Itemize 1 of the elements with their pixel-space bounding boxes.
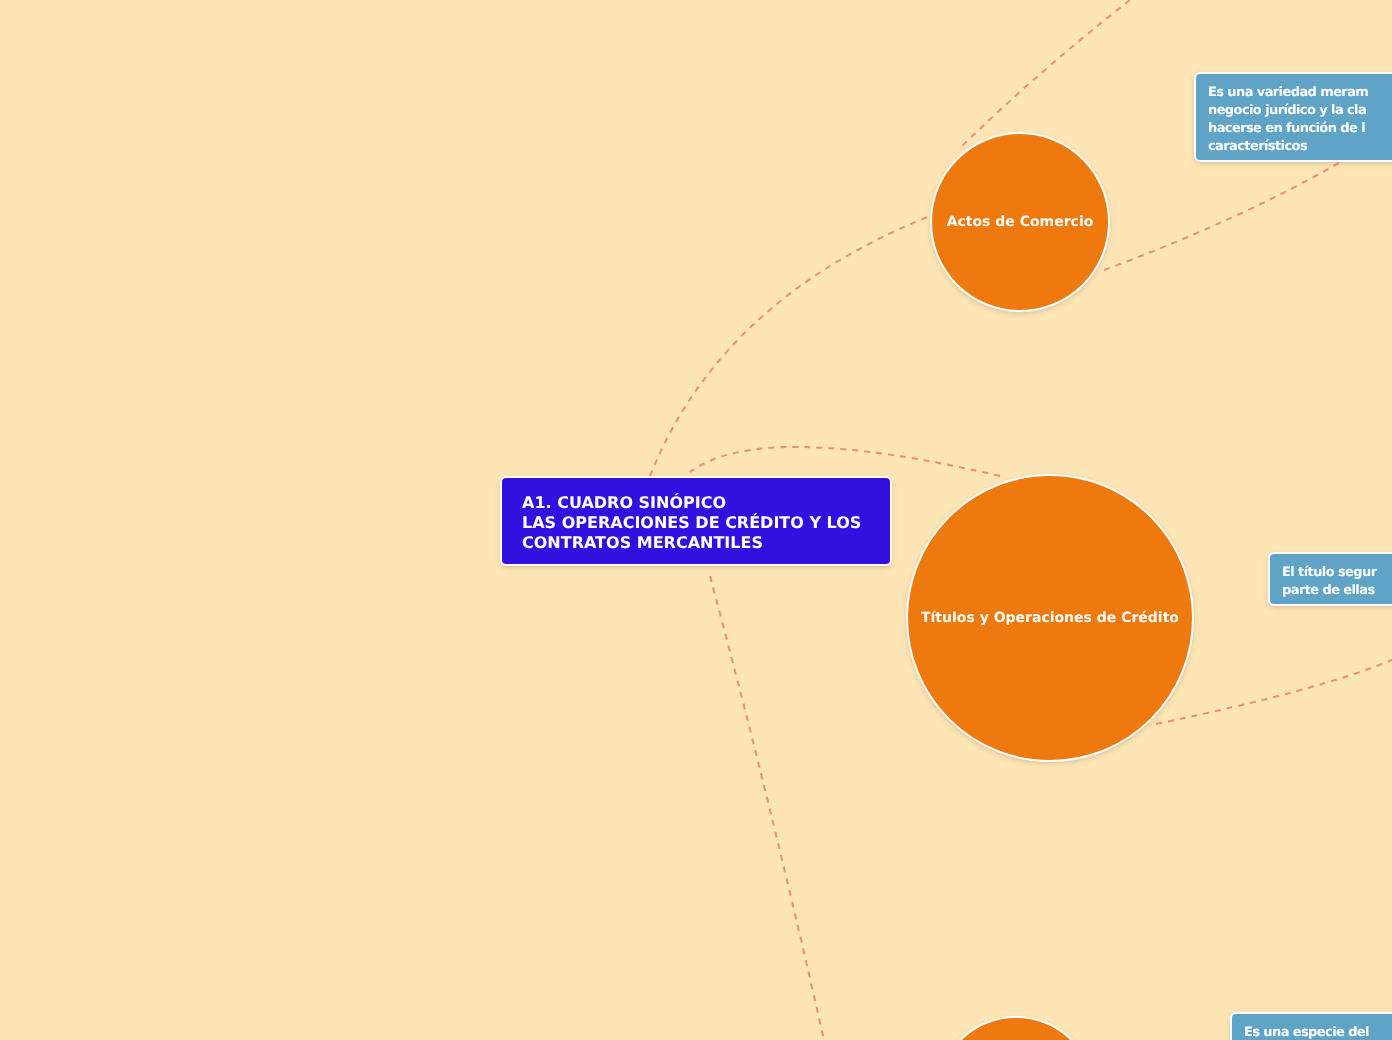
note-text: A1. CUADRO SINÓPICO LAS OPERACIONES DE CRÉDITO Y LOS CONTRATOS MERCANTILES	[522, 494, 864, 554]
